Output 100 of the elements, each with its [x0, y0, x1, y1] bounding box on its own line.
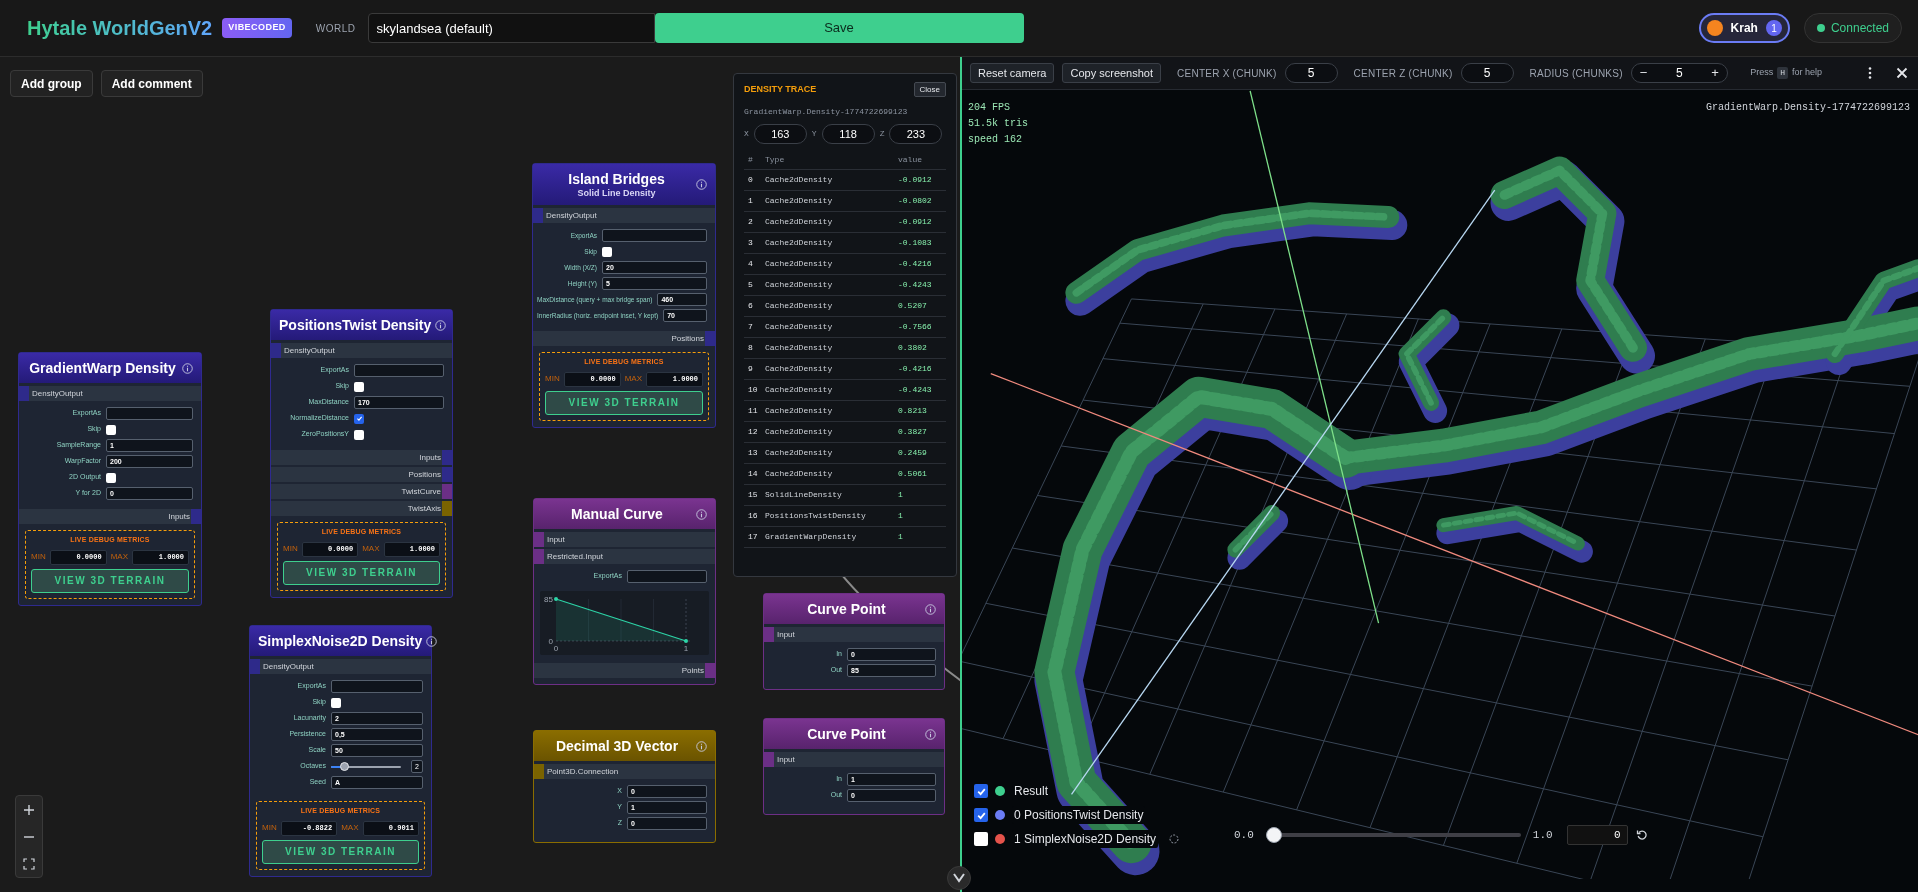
- table-cell-text: Cache2dDensity: [765, 405, 834, 417]
- port-label: Positions: [408, 468, 441, 481]
- info-icon[interactable]: [182, 362, 193, 374]
- info-icon[interactable]: [925, 603, 936, 615]
- save-button[interactable]: Save: [654, 13, 1024, 43]
- field-label: WORLD: [315, 21, 356, 36]
- toolbar-button[interactable]: Add comment: [100, 70, 203, 97]
- table-cell-text: Cache2dDensity: [765, 342, 834, 354]
- tick-label: 0: [548, 637, 553, 646]
- world-field[interactable]: skylandsea (default): [367, 13, 655, 43]
- column-header: Type: [765, 153, 786, 166]
- checkbox[interactable]: [974, 832, 988, 846]
- coordinate-field[interactable]: 118: [821, 124, 875, 144]
- port-label: Positions: [671, 332, 704, 345]
- table-cell-text: Cache2dDensity: [765, 174, 834, 186]
- table-cell-text: 9: [747, 363, 754, 375]
- text-field[interactable]: [602, 229, 707, 242]
- value-field[interactable]: 0: [1566, 825, 1628, 845]
- table-cell-text: Cache2dDensity: [765, 279, 834, 291]
- zoom-in-icon[interactable]: [22, 802, 36, 817]
- port-label: DensityOutput: [546, 209, 597, 222]
- table-cell-text: 13: [747, 447, 759, 459]
- table-cell-text: 0.8213: [898, 405, 928, 417]
- slider-thumb[interactable]: [1265, 827, 1282, 843]
- coordinate-field[interactable]: 163: [753, 124, 807, 144]
- stats-text: 204 FPS: [968, 101, 1011, 115]
- table-cell-text: Cache2dDensity: [765, 363, 834, 375]
- checkbox[interactable]: [331, 697, 341, 708]
- checkbox[interactable]: [602, 246, 612, 257]
- curve-point[interactable]: [554, 597, 558, 601]
- stepper-value: 5: [1675, 65, 1683, 82]
- node-title: Island Bridges: [568, 170, 665, 188]
- table-cell-text: 0: [747, 174, 754, 186]
- reset-icon[interactable]: [1635, 829, 1648, 841]
- table-cell-text: 12: [747, 426, 759, 438]
- checkbox[interactable]: [354, 381, 364, 392]
- port-label: DensityOutput: [32, 387, 83, 400]
- column-header: value: [898, 153, 923, 166]
- node-title: Curve Point: [807, 725, 886, 743]
- reset-camera-button[interactable]: Reset camera: [970, 63, 1055, 83]
- table-cell-text: Cache2dDensity: [765, 195, 834, 207]
- table-cell-text: -0.4216: [898, 258, 933, 270]
- info-icon[interactable]: [435, 319, 447, 331]
- field-label: MIN: [262, 822, 277, 834]
- table-cell-text: Cache2dDensity: [765, 468, 834, 480]
- text-field[interactable]: [106, 407, 193, 420]
- table-cell-text: 6: [747, 300, 754, 312]
- checkbox[interactable]: [354, 429, 364, 440]
- coordinate-field[interactable]: 233: [889, 124, 943, 144]
- info-icon[interactable]: [696, 740, 707, 752]
- info-icon[interactable]: [925, 728, 936, 740]
- port-label: Input: [547, 533, 565, 546]
- table-cell-text: 0.5061: [898, 468, 928, 480]
- table-cell-text: Cache2dDensity: [765, 426, 834, 438]
- layer-label: 0 PositionsTwist Density: [1012, 806, 1146, 824]
- checkbox[interactable]: [106, 424, 116, 435]
- copy-screenshot-button[interactable]: Copy screenshot: [1062, 63, 1162, 83]
- info-icon[interactable]: [696, 508, 707, 520]
- toolbar-button[interactable]: Add group: [10, 70, 93, 97]
- number-field[interactable]: 5: [1460, 63, 1514, 83]
- table-cell-text: GradientWarpDensity: [765, 531, 858, 543]
- table-cell-text: 5: [747, 279, 754, 291]
- number-field[interactable]: 5: [1284, 63, 1338, 83]
- checkbox[interactable]: [974, 784, 988, 798]
- close-icon[interactable]: [1896, 67, 1908, 79]
- port-label: DensityOutput: [263, 660, 314, 673]
- checkbox[interactable]: [106, 472, 116, 483]
- close-button[interactable]: Close: [913, 82, 946, 97]
- table-cell-text: Cache2dDensity: [765, 258, 834, 270]
- text-field[interactable]: [627, 570, 707, 583]
- avatar: [1706, 20, 1723, 36]
- table-cell-text: 2: [747, 216, 754, 228]
- column-header: #: [747, 153, 754, 166]
- table-cell-text: 7: [747, 321, 754, 333]
- text-field[interactable]: [331, 680, 423, 693]
- table-cell-text: 17: [747, 531, 759, 543]
- axis-label: Y: [811, 128, 817, 140]
- info-icon[interactable]: [426, 635, 438, 647]
- decrement-button[interactable]: −: [1639, 63, 1648, 83]
- node-card[interactable]: [532, 163, 716, 428]
- info-icon[interactable]: [696, 179, 707, 190]
- radius-stepper[interactable]: − 5 +: [1630, 63, 1728, 83]
- text-field[interactable]: [354, 364, 444, 377]
- curve-point[interactable]: [684, 639, 688, 643]
- axis-label: X: [744, 128, 749, 140]
- view-terrain-button[interactable]: VIEW 3D TERRAIN: [283, 560, 440, 585]
- checkbox[interactable]: [354, 413, 364, 424]
- range-slider[interactable]: [1265, 827, 1521, 843]
- range-slider[interactable]: [331, 762, 401, 771]
- checkbox[interactable]: [974, 808, 988, 822]
- chevron-down-icon[interactable]: [953, 873, 965, 883]
- user-pill[interactable]: Krah 1: [1698, 13, 1790, 43]
- layer-label: 1 SimplexNoise2D Density: [1012, 830, 1159, 848]
- view-terrain-button[interactable]: VIEW 3D TERRAIN: [545, 390, 703, 415]
- help-text: Press: [1750, 66, 1774, 80]
- table-cell-text: SolidLineDensity: [765, 489, 843, 501]
- view-terrain-button[interactable]: VIEW 3D TERRAIN: [262, 839, 419, 864]
- view-terrain-button[interactable]: VIEW 3D TERRAIN: [31, 568, 189, 593]
- fit-view-icon[interactable]: [22, 856, 36, 871]
- increment-button[interactable]: +: [1711, 63, 1719, 83]
